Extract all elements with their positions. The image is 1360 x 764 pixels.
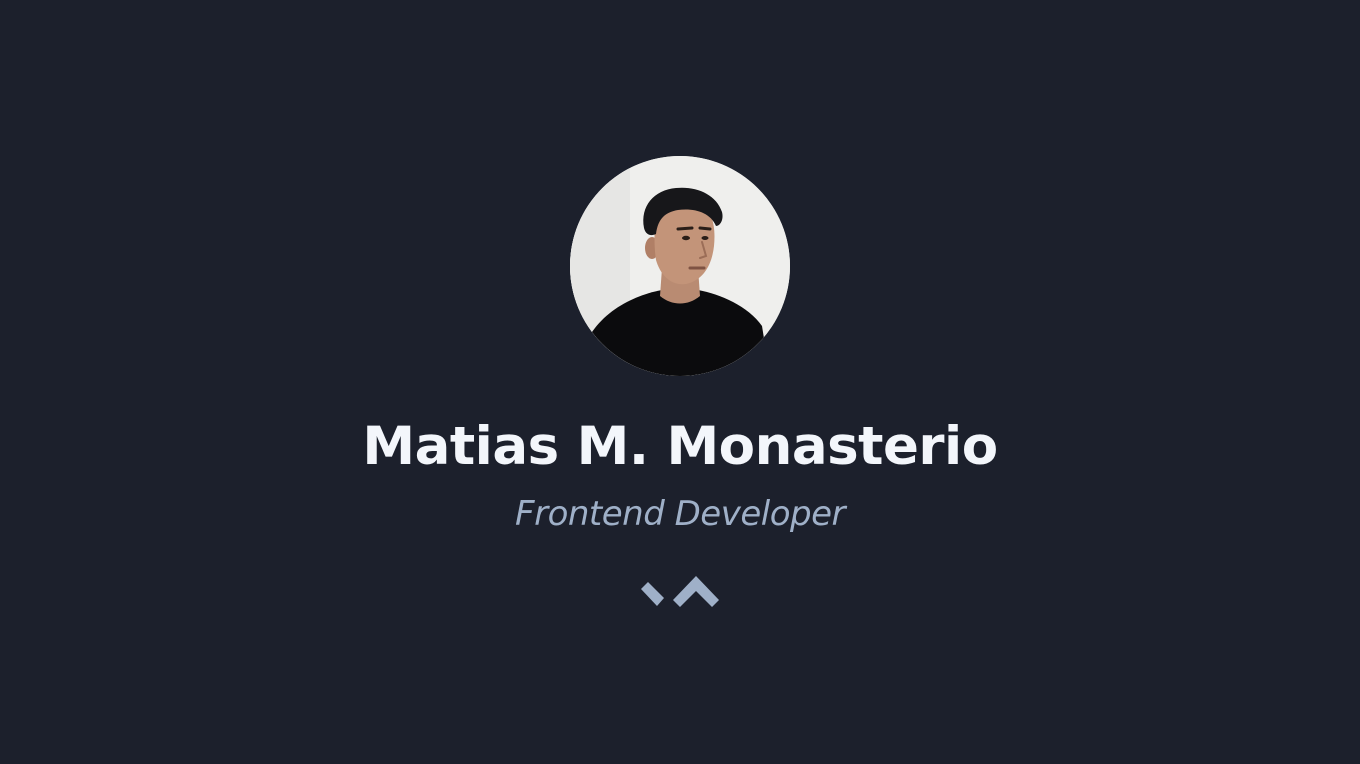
avatar xyxy=(570,156,790,376)
profile-name: Matias M. Monasterio xyxy=(362,416,998,477)
chevron-up-icon xyxy=(641,576,719,607)
hero-section: Matias M. Monasterio Frontend Developer xyxy=(0,0,1360,764)
scroll-to-top-button[interactable] xyxy=(636,570,726,614)
profile-photo xyxy=(570,156,790,376)
profile-role: Frontend Developer xyxy=(515,494,845,534)
